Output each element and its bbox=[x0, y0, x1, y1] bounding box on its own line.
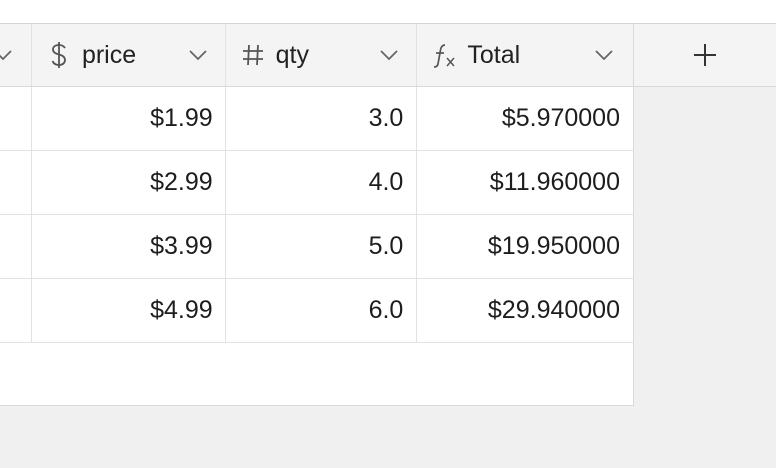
table-cell-total[interactable]: $29.940000 bbox=[417, 279, 633, 342]
chevron-down-icon[interactable] bbox=[595, 49, 613, 61]
table-cell-total[interactable]: $11.960000 bbox=[417, 151, 633, 214]
table-cell-prev[interactable] bbox=[0, 279, 32, 342]
top-strip bbox=[0, 0, 776, 23]
table-cell-qty[interactable]: 5.0 bbox=[226, 215, 418, 278]
plus-icon bbox=[694, 44, 716, 66]
table-row[interactable]: $3.99 5.0 $19.950000 bbox=[0, 215, 633, 279]
table-cell-qty[interactable]: 4.0 bbox=[226, 151, 418, 214]
table-row[interactable]: $4.99 6.0 $29.940000 bbox=[0, 279, 633, 343]
column-name-qty: qty bbox=[275, 40, 310, 69]
hash-icon bbox=[240, 42, 266, 68]
dollar-icon bbox=[46, 42, 72, 68]
table-cell-price[interactable]: $4.99 bbox=[32, 279, 226, 342]
data-grid: price qty Total $1.99 3.0 $5.970000 $2.9… bbox=[0, 23, 634, 406]
column-name-price: price bbox=[81, 40, 137, 69]
table-cell-price[interactable]: $1.99 bbox=[32, 87, 226, 150]
column-header-total[interactable]: Total bbox=[417, 24, 633, 86]
table-cell-price[interactable]: $2.99 bbox=[32, 151, 226, 214]
header-row: price qty Total bbox=[0, 23, 633, 87]
table-cell-prev[interactable] bbox=[0, 151, 32, 214]
table-cell-price[interactable]: $3.99 bbox=[32, 215, 226, 278]
table-cell-prev[interactable] bbox=[0, 215, 32, 278]
table-cell-total[interactable]: $19.950000 bbox=[417, 215, 633, 278]
add-column-button[interactable] bbox=[634, 23, 776, 87]
column-header-qty[interactable]: qty bbox=[226, 24, 418, 86]
column-header-price[interactable]: price bbox=[32, 24, 226, 86]
table-cell-qty[interactable]: 3.0 bbox=[226, 87, 418, 150]
formula-icon bbox=[431, 42, 457, 68]
chevron-down-icon[interactable] bbox=[0, 49, 12, 61]
table-cell-total[interactable]: $5.970000 bbox=[417, 87, 633, 150]
add-row-area[interactable] bbox=[0, 343, 633, 405]
chevron-down-icon[interactable] bbox=[380, 49, 398, 61]
table-row[interactable]: $1.99 3.0 $5.970000 bbox=[0, 87, 633, 151]
column-name-total: Total bbox=[467, 40, 521, 69]
table-cell-prev[interactable] bbox=[0, 87, 32, 150]
chevron-down-icon[interactable] bbox=[189, 49, 207, 61]
column-header-prev[interactable] bbox=[0, 24, 32, 86]
table-cell-qty[interactable]: 6.0 bbox=[226, 279, 418, 342]
table-row[interactable]: $2.99 4.0 $11.960000 bbox=[0, 151, 633, 215]
